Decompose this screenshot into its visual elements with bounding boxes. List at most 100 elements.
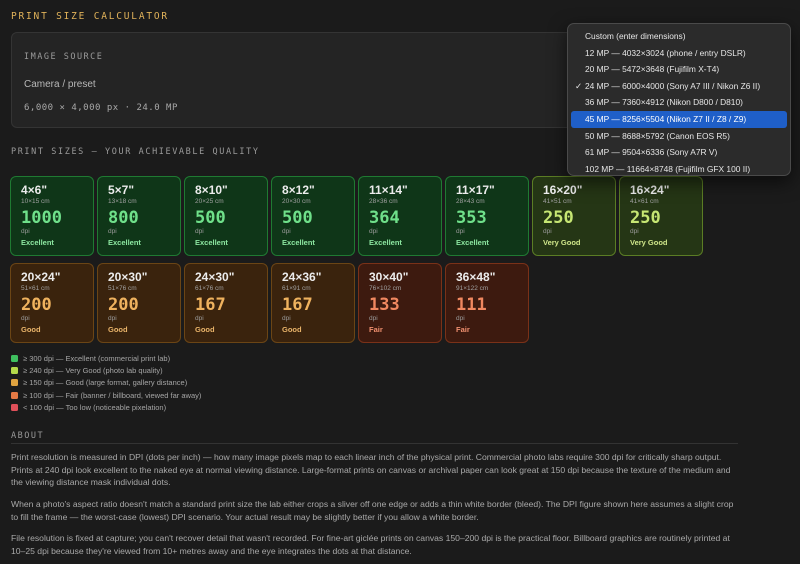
dpi-unit: dpi [21, 228, 30, 235]
print-size-label: 16×24" [630, 183, 670, 197]
quality-label: Excellent [195, 238, 228, 247]
print-size-card: 5×7" 13×18 cm 800 dpi Excellent [97, 176, 181, 256]
print-size-label: 11×17" [456, 183, 495, 197]
about-paragraph: When a photo's aspect ratio doesn't matc… [11, 499, 734, 522]
quality-label: Fair [456, 325, 470, 334]
dropdown-option[interactable]: 102 MP — 11664×8748 (Fujifilm GFX 100 II… [571, 161, 787, 178]
legend-item: ≥ 300 dpi — Excellent (commercial print … [11, 352, 201, 364]
print-size-cm: 76×102 cm [369, 285, 402, 292]
print-size-card: 8×10" 20×25 cm 500 dpi Excellent [184, 176, 268, 256]
dropdown-option[interactable]: 61 MP — 9504×6336 (Sony A7R V) [571, 144, 787, 161]
quality-label: Excellent [21, 238, 54, 247]
quality-label: Excellent [456, 238, 489, 247]
print-size-cm: 20×30 cm [282, 198, 311, 205]
dpi-value: 500 [195, 208, 226, 228]
dropdown-option-label: 50 MP — 8688×5792 (Canon EOS R5) [585, 130, 730, 141]
resolution-readout: 6,000 × 4,000 px · 24.0 MP [24, 103, 178, 113]
camera-preset-select[interactable]: Camera / preset [24, 79, 96, 90]
quality-label: Excellent [369, 238, 402, 247]
print-size-card: 11×17" 28×43 cm 353 dpi Excellent [445, 176, 529, 256]
quality-label: Good [21, 325, 41, 334]
legend-item: < 100 dpi — Too low (noticeable pixelati… [11, 401, 201, 413]
print-size-label: 20×24" [21, 270, 61, 284]
dpi-value: 111 [456, 295, 487, 315]
dropdown-option[interactable]: 12 MP — 4032×3024 (phone / entry DSLR) [571, 45, 787, 62]
quality-label: Excellent [108, 238, 141, 247]
print-size-cm: 28×43 cm [456, 198, 485, 205]
print-size-card: 24×36" 61×91 cm 167 dpi Good [271, 263, 355, 343]
dpi-unit: dpi [369, 315, 378, 322]
dpi-value: 500 [282, 208, 313, 228]
legend-swatch [11, 379, 18, 387]
dpi-unit: dpi [21, 315, 30, 322]
dropdown-option[interactable]: Custom (enter dimensions) [571, 28, 787, 45]
dpi-unit: dpi [369, 228, 378, 235]
legend-text: ≥ 240 dpi — Very Good (photo lab quality… [23, 365, 163, 375]
print-size-cm: 10×15 cm [21, 198, 50, 205]
dpi-value: 167 [195, 295, 226, 315]
quality-label: Good [108, 325, 128, 334]
dropdown-option-label: 20 MP — 5472×3648 (Fujifilm X-T4) [585, 64, 720, 75]
about-paragraph: File resolution is fixed at capture; you… [11, 533, 730, 556]
print-size-card: 8×12" 20×30 cm 500 dpi Excellent [271, 176, 355, 256]
print-size-card: 36×48" 91×122 cm 111 dpi Fair [445, 263, 529, 343]
dropdown-option[interactable]: 36 MP — 7360×4912 (Nikon D800 / D810) [571, 94, 787, 111]
dpi-unit: dpi [543, 228, 552, 235]
print-size-label: 4×6" [21, 183, 48, 197]
quality-label: Fair [369, 325, 383, 334]
legend-text: < 100 dpi — Too low (noticeable pixelati… [23, 402, 167, 412]
camera-preset-dropdown[interactable]: Custom (enter dimensions) 12 MP — 4032×30… [567, 23, 791, 176]
print-size-cm: 41×61 cm [630, 198, 659, 205]
dropdown-option-label: 24 MP — 6000×4000 (Sony A7 III / Nikon Z… [585, 80, 761, 91]
about-heading: ABOUT [11, 431, 45, 441]
dropdown-option-label: 102 MP — 11664×8748 (Fujifilm GFX 100 II… [585, 163, 751, 174]
dropdown-option[interactable]: 45 MP — 8256×5504 (Nikon Z7 II / Z8 / Z9… [571, 110, 787, 128]
page-title: PRINT SIZE CALCULATOR [11, 11, 169, 22]
legend-item: ≥ 240 dpi — Very Good (photo lab quality… [11, 364, 201, 376]
dpi-value: 167 [282, 295, 313, 315]
legend-text: ≥ 100 dpi — Fair (banner / billboard, vi… [23, 390, 202, 400]
print-size-label: 20×30" [108, 270, 148, 284]
about-paragraph: Print resolution is measured in DPI (dot… [11, 452, 731, 488]
print-size-card: 16×20" 41×51 cm 250 dpi Very Good [532, 176, 616, 256]
dropdown-option-label: Custom (enter dimensions) [585, 31, 686, 41]
print-size-card: 20×30" 51×76 cm 200 dpi Good [97, 263, 181, 343]
print-sizes-heading: PRINT SIZES — YOUR ACHIEVABLE QUALITY [11, 147, 260, 157]
dpi-value: 353 [456, 208, 487, 228]
dpi-value: 1000 [21, 208, 62, 228]
dpi-unit: dpi [195, 315, 204, 322]
print-size-label: 8×10" [195, 183, 228, 197]
dpi-value: 364 [369, 208, 400, 228]
dpi-unit: dpi [195, 228, 204, 235]
quality-label: Good [195, 325, 215, 334]
dropdown-option[interactable]: 50 MP — 8688×5792 (Canon EOS R5) [571, 128, 787, 145]
quality-label: Excellent [282, 238, 315, 247]
print-size-label: 8×12" [282, 183, 315, 197]
quality-label: Good [282, 325, 302, 334]
print-size-label: 24×36" [282, 270, 322, 284]
legend-text: ≥ 300 dpi — Excellent (commercial print … [23, 353, 171, 363]
print-size-card: 24×30" 61×76 cm 167 dpi Good [184, 263, 268, 343]
dpi-unit: dpi [108, 228, 117, 235]
print-size-grid: 4×6" 10×15 cm 1000 dpi Excellent 5×7" 13×18 cm… [10, 176, 750, 343]
quality-label: Very Good [543, 238, 581, 247]
dropdown-option-label: 12 MP — 4032×3024 (phone / entry DSLR) [585, 47, 746, 58]
print-size-label: 24×30" [195, 270, 235, 284]
print-size-card: 4×6" 10×15 cm 1000 dpi Excellent [10, 176, 94, 256]
quality-legend: ≥ 300 dpi — Excellent (commercial print … [11, 352, 201, 413]
print-size-cm: 91×122 cm [456, 285, 489, 292]
legend-text: ≥ 150 dpi — Good (large format, gallery … [23, 378, 188, 388]
dropdown-option[interactable]: ✓ 24 MP — 6000×4000 (Sony A7 III / Nikon … [571, 78, 787, 95]
print-size-label: 36×48" [456, 270, 496, 284]
print-size-label: 30×40" [369, 270, 409, 284]
print-size-cm: 13×18 cm [108, 198, 137, 205]
print-size-label: 5×7" [108, 183, 135, 197]
print-size-cm: 51×76 cm [108, 285, 137, 292]
print-size-card: 16×24" 41×61 cm 250 dpi Very Good [619, 176, 703, 256]
legend-swatch [11, 354, 18, 362]
dropdown-option-label: 36 MP — 7360×4912 (Nikon D800 / D810) [585, 97, 743, 108]
quality-label: Very Good [630, 238, 668, 247]
print-size-label: 16×20" [543, 183, 583, 197]
dropdown-option[interactable]: 20 MP — 5472×3648 (Fujifilm X-T4) [571, 61, 787, 78]
print-size-cm: 61×76 cm [195, 285, 224, 292]
